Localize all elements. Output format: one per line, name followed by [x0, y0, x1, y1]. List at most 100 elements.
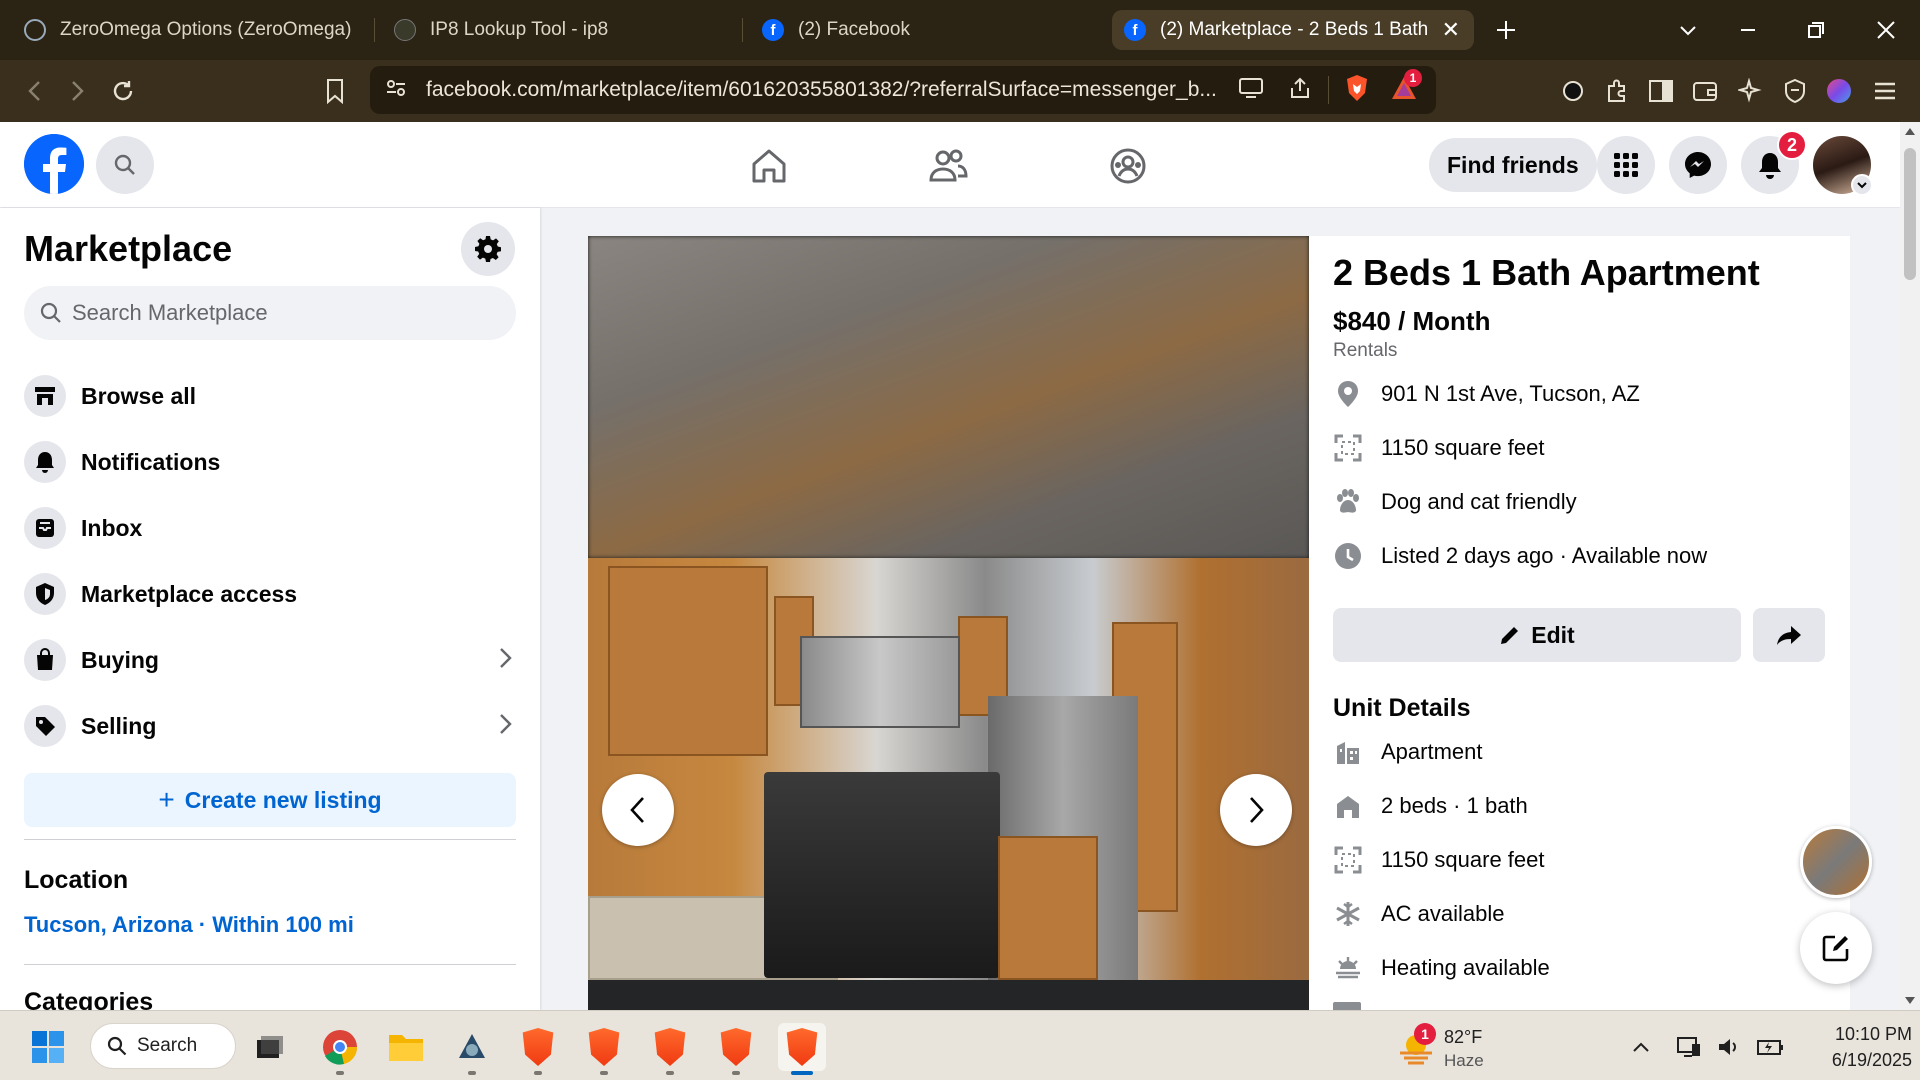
scroll-up-arrow-icon[interactable] [1905, 128, 1915, 135]
taskbar-app-vpn[interactable] [448, 1023, 496, 1075]
reload-button[interactable] [106, 74, 140, 108]
share-listing-button[interactable] [1753, 608, 1825, 662]
tab-title: IP8 Lookup Tool - ip8 [430, 19, 609, 40]
find-friends-button[interactable]: Find friends [1429, 138, 1597, 192]
taskbar-brave-2[interactable] [580, 1023, 628, 1075]
gallery-bottom-bar [588, 980, 1309, 1010]
unit-detail-row: AC available [1333, 894, 1833, 934]
battery-charging-icon [1757, 1040, 1783, 1055]
account-avatar[interactable] [1813, 136, 1873, 196]
tab-search-button[interactable] [1658, 0, 1718, 60]
brave-icon [588, 1028, 620, 1066]
sidebar-item-buying[interactable]: Buying [24, 632, 516, 688]
forward-button[interactable] [60, 74, 94, 108]
sidebar-item-notifications[interactable]: Notifications [24, 434, 516, 490]
taskbar-brave-1[interactable] [514, 1023, 562, 1075]
cast-icon[interactable] [1238, 77, 1264, 104]
network-icon[interactable] [1674, 1023, 1704, 1071]
nav-groups[interactable] [1104, 142, 1152, 190]
tab-title: ZeroOmega Options (ZeroOmega) [60, 19, 352, 40]
sidebar-toggle-button[interactable] [1644, 74, 1678, 108]
page-scrollbar[interactable] [1900, 122, 1920, 1010]
minimize-icon [1741, 29, 1755, 31]
nav-home[interactable] [745, 142, 793, 190]
forward-arrow-icon [72, 81, 84, 101]
create-new-listing-button[interactable]: + Create new listing [24, 773, 516, 827]
taskbar-search[interactable]: Search [90, 1023, 236, 1069]
sidebar-item-browse-all[interactable]: Browse all [24, 368, 516, 424]
taskbar-brave-4[interactable] [712, 1023, 760, 1075]
address-bar[interactable]: facebook.com/marketplace/item/6016203558… [370, 66, 1436, 114]
tab-facebook[interactable]: f (2) Facebook [750, 10, 1110, 50]
browser-tab-strip: ZeroOmega Options (ZeroOmega) IP8 Lookup… [0, 0, 1920, 60]
close-tab-icon[interactable]: ✕ [1442, 17, 1460, 43]
brave-shields-icon[interactable] [1344, 74, 1370, 107]
previous-photo-button[interactable] [602, 774, 674, 846]
marketplace-settings-button[interactable] [461, 222, 515, 276]
edit-listing-button[interactable]: Edit [1333, 608, 1741, 662]
tab-ip8[interactable]: IP8 Lookup Tool - ip8 [382, 10, 742, 50]
wallet-button[interactable] [1688, 74, 1722, 108]
divider [24, 839, 516, 840]
windows-taskbar: Search 1 82°F Haze 10:10 PM 6/19/2025 [0, 1010, 1920, 1080]
close-window-button[interactable] [1856, 0, 1916, 60]
sidebar-item-marketplace-access[interactable]: Marketplace access [24, 566, 516, 622]
cabinet-shape [998, 836, 1098, 980]
edit-label: Edit [1531, 621, 1575, 648]
restore-button[interactable] [1786, 0, 1846, 60]
chrome-icon [323, 1030, 358, 1065]
scroll-down-arrow-icon[interactable] [1905, 997, 1915, 1004]
taskbar-brave-active[interactable] [778, 1023, 826, 1075]
volume-icon[interactable] [1714, 1023, 1744, 1071]
taskbar-brave-3[interactable] [646, 1023, 694, 1075]
expand-icon [1333, 433, 1363, 463]
location-filter-link[interactable]: Tucson, Arizona · Within 100 mi [24, 912, 354, 938]
next-photo-button[interactable] [1220, 774, 1292, 846]
weather-widget[interactable]: 1 82°F Haze [1396, 1023, 1526, 1071]
taskbar-clock[interactable]: 10:10 PM 6/19/2025 [1792, 1021, 1912, 1073]
back-button[interactable] [18, 74, 52, 108]
inbox-icon [24, 507, 66, 549]
profile-button[interactable] [1822, 74, 1856, 108]
messenger-button[interactable] [1669, 136, 1727, 194]
site-settings-icon[interactable] [384, 76, 408, 105]
home-icon [752, 149, 786, 183]
menu-button[interactable] [1868, 74, 1902, 108]
sidebar-item-inbox[interactable]: Inbox [24, 500, 516, 556]
vpn-extension-button[interactable] [1556, 74, 1590, 108]
new-message-button[interactable] [1800, 912, 1872, 984]
facebook-search-button[interactable] [96, 136, 154, 194]
search-icon [114, 154, 135, 175]
tab-zeroomega[interactable]: ZeroOmega Options (ZeroOmega) [12, 10, 372, 50]
taskbar-chrome[interactable] [316, 1023, 364, 1075]
plus-icon [1497, 21, 1515, 39]
running-indicator [600, 1071, 608, 1075]
facebook-logo[interactable] [24, 134, 84, 194]
battery-icon[interactable] [1754, 1023, 1786, 1071]
share-page-icon[interactable] [1288, 76, 1312, 105]
new-tab-button[interactable] [1476, 0, 1536, 60]
bookmark-icon [327, 79, 343, 104]
taskbar-file-explorer[interactable] [382, 1023, 430, 1071]
marketplace-search-input[interactable]: Search Marketplace [24, 286, 516, 340]
share-arrow-icon [1777, 626, 1801, 645]
nav-friends[interactable] [924, 142, 972, 190]
url-text[interactable]: facebook.com/marketplace/item/6016203558… [426, 78, 1217, 102]
extensions-button[interactable] [1600, 74, 1634, 108]
show-hidden-icons-button[interactable] [1626, 1023, 1656, 1071]
notifications-button[interactable]: 2 [1741, 130, 1807, 194]
sidebar-item-selling[interactable]: Selling [24, 698, 516, 754]
minimize-button[interactable] [1718, 0, 1778, 60]
leo-ai-button[interactable] [1734, 74, 1768, 108]
tab-marketplace[interactable]: f (2) Marketplace - 2 Beds 1 Bath / ✕ [1112, 10, 1474, 50]
active-indicator [791, 1071, 813, 1075]
sidebar-item-label: Notifications [81, 448, 221, 475]
chat-head-thumbnail[interactable] [1800, 826, 1872, 898]
scrollbar-thumb[interactable] [1904, 148, 1916, 280]
task-view-button[interactable] [246, 1023, 294, 1071]
menu-grid-button[interactable] [1597, 136, 1655, 194]
start-button[interactable] [24, 1023, 72, 1071]
bookmark-button[interactable] [318, 74, 352, 108]
vpn-button[interactable] [1778, 74, 1812, 108]
brave-rewards-icon[interactable]: 1 [1390, 68, 1422, 106]
